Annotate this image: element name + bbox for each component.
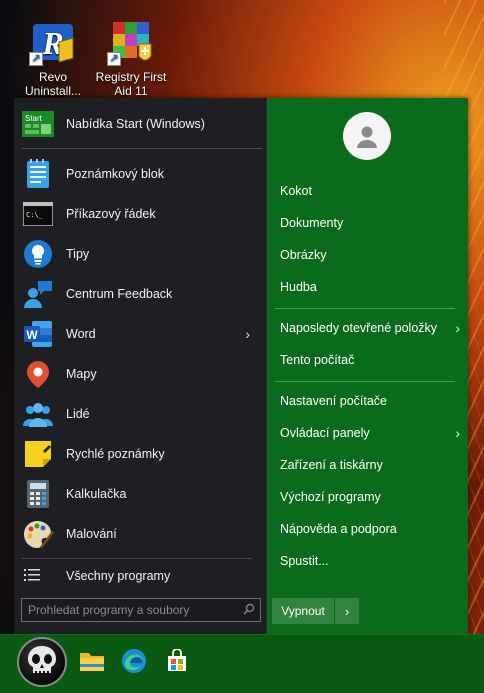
start-orb-skull-icon[interactable] [17, 637, 67, 687]
calculator-icon [22, 478, 54, 510]
place-pc-settings[interactable]: Nastavení počítače [280, 387, 460, 415]
app-label: Word [66, 327, 96, 341]
place-this-pc[interactable]: Tento počítač [280, 346, 460, 374]
app-sticky-notes[interactable]: Rychlé poznámky [22, 434, 262, 474]
svg-text:W: W [26, 328, 38, 342]
place-label: Obrázky [280, 248, 327, 262]
place-label: Dokumenty [280, 216, 344, 230]
maps-pin-icon [22, 358, 54, 390]
paint-palette-icon [22, 518, 54, 550]
cmd-icon: C:\_ [22, 198, 54, 230]
taskbar [0, 634, 484, 693]
app-command-prompt[interactable]: C:\_ Příkazový řádek [22, 194, 262, 234]
start-menu-places-pane: Kokot Dokumenty Obrázky Hudba Naposledy … [267, 98, 468, 634]
divider [275, 308, 455, 309]
place-recent-items[interactable]: Naposledy otevřené položky › [280, 314, 460, 342]
place-run[interactable]: Spustit... [280, 547, 460, 575]
place-label: Naposledy otevřené položky [280, 321, 438, 335]
shortcut-arrow-icon: ↗ [29, 52, 43, 66]
search-box[interactable] [21, 598, 261, 622]
divider [22, 558, 252, 559]
app-label: Lidé [66, 407, 90, 421]
place-label: Hudba [280, 280, 317, 294]
search-input[interactable] [28, 603, 238, 617]
shutdown-options-chevron-icon[interactable]: › [335, 598, 359, 624]
chevron-right-icon[interactable]: › [455, 320, 460, 336]
chevron-right-icon[interactable]: › [245, 326, 250, 342]
sticky-notes-icon [22, 438, 54, 470]
chevron-right-icon[interactable]: › [455, 425, 460, 441]
app-label: Tipy [66, 247, 90, 261]
app-calculator[interactable]: Kalkulačka [22, 474, 262, 514]
place-label: Kokot [280, 184, 312, 198]
place-help-support[interactable]: Nápověda a podpora [280, 515, 460, 543]
app-feedback-hub[interactable]: Centrum Feedback [22, 274, 262, 314]
svg-text:Start: Start [25, 114, 43, 123]
edge-icon[interactable] [120, 647, 148, 675]
lightbulb-icon [22, 238, 54, 270]
app-word[interactable]: W Word › [22, 314, 262, 354]
divider [275, 381, 455, 382]
app-label: Malování [66, 527, 117, 541]
app-label: Příkazový řádek [66, 207, 156, 221]
notepad-icon [22, 158, 54, 190]
place-label: Zařízení a tiskárny [280, 458, 383, 472]
people-icon [22, 398, 54, 430]
app-label: Centrum Feedback [66, 287, 173, 301]
app-tips[interactable]: Tipy [22, 234, 262, 274]
list-icon [24, 568, 46, 585]
word-icon: W [22, 318, 54, 350]
desktop-icon-label: Revo Uninstall... [24, 70, 82, 98]
app-start-windows[interactable]: Start Nabídka Start (Windows) [22, 104, 262, 144]
start-tiles-icon: Start [22, 108, 54, 140]
place-default-programs[interactable]: Výchozí programy [280, 483, 460, 511]
app-maps[interactable]: Mapy [22, 354, 262, 394]
place-control-panel[interactable]: Ovládací panely › [280, 419, 460, 447]
app-label: Nabídka Start (Windows) [66, 117, 205, 131]
place-label: Výchozí programy [280, 490, 381, 504]
place-user-folder[interactable]: Kokot [280, 177, 460, 205]
place-music[interactable]: Hudba [280, 273, 460, 301]
feedback-hub-icon [22, 278, 54, 310]
app-paint[interactable]: Malování [22, 514, 262, 554]
registry-first-aid-icon: ↗ [107, 18, 155, 66]
file-explorer-icon[interactable] [78, 647, 106, 675]
app-label: Kalkulačka [66, 487, 127, 501]
all-programs-label: Všechny programy [66, 569, 171, 583]
revo-uninstaller-icon: R ↗ [29, 18, 77, 66]
all-programs-button[interactable]: Všechny programy [22, 562, 262, 590]
desktop-icon-revo-uninstaller[interactable]: R ↗ Revo Uninstall... [10, 18, 96, 98]
place-label: Spustit... [280, 554, 329, 568]
microsoft-store-icon[interactable] [163, 647, 191, 675]
place-documents[interactable]: Dokumenty [280, 209, 460, 237]
shutdown-button[interactable]: Vypnout [272, 598, 334, 624]
place-pictures[interactable]: Obrázky [280, 241, 460, 269]
place-label: Ovládací panely [280, 426, 370, 440]
desktop-icon-label: Registry First Aid 11 [95, 70, 167, 98]
place-label: Nastavení počítače [280, 394, 388, 408]
place-label: Nápověda a podpora [280, 522, 397, 536]
app-label: Poznámkový blok [66, 167, 164, 181]
app-label: Rychlé poznámky [66, 447, 165, 461]
place-devices-printers[interactable]: Zařízení a tiskárny [280, 451, 460, 479]
app-people[interactable]: Lidé [22, 394, 262, 434]
svg-text:C:\_: C:\_ [26, 211, 44, 219]
app-label: Mapy [66, 367, 97, 381]
desktop-icon-registry-first-aid[interactable]: ↗ Registry First Aid 11 [88, 18, 174, 98]
divider [22, 148, 262, 149]
user-avatar-icon[interactable] [343, 112, 391, 160]
app-notepad[interactable]: Poznámkový blok [22, 154, 262, 194]
search-icon[interactable] [238, 603, 260, 618]
place-label: Tento počítač [280, 353, 355, 367]
shortcut-arrow-icon: ↗ [107, 52, 121, 66]
start-menu-programs-pane: Start Nabídka Start (Windows) Poznámkový… [14, 98, 267, 634]
start-menu: Start Nabídka Start (Windows) Poznámkový… [14, 98, 468, 634]
